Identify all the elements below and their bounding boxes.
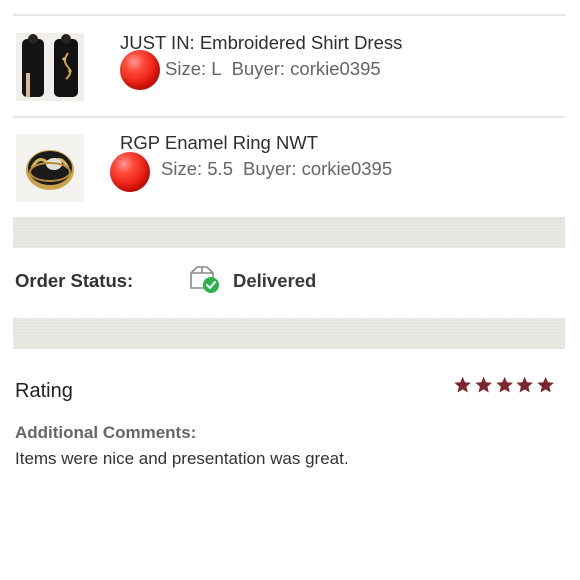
item-thumbnail[interactable] bbox=[16, 134, 84, 202]
star-icon bbox=[537, 376, 555, 393]
marker-ball-icon bbox=[120, 50, 160, 90]
order-status-row: Order Status: Delivered bbox=[13, 248, 565, 318]
item-title[interactable]: RGP Enamel Ring NWT bbox=[120, 132, 318, 154]
item-buyer: Buyer: corkie0395 bbox=[231, 58, 381, 79]
order-item[interactable]: RGP Enamel Ring NWT Size: 5.5 Buyer: cork… bbox=[13, 118, 565, 218]
item-size: Size: L bbox=[165, 58, 222, 79]
star-icon bbox=[516, 376, 534, 393]
comments-label: Additional Comments: bbox=[15, 423, 197, 442]
order-status-label: Order Status: bbox=[15, 270, 134, 291]
order-status-value: Delivered bbox=[233, 270, 317, 291]
top-divider bbox=[13, 14, 565, 16]
section-separator bbox=[13, 319, 565, 349]
item-thumbnail[interactable] bbox=[16, 33, 84, 101]
rating-section: Rating Additional Comments: Items were n… bbox=[13, 349, 565, 483]
rating-stars bbox=[453, 375, 557, 395]
item-meta: Size: L Buyer: corkie0395 bbox=[165, 58, 391, 80]
star-icon bbox=[454, 376, 471, 393]
order-item[interactable]: JUST IN: Embroidered Shirt Dress Size: L… bbox=[13, 17, 565, 117]
item-title[interactable]: JUST IN: Embroidered Shirt Dress bbox=[120, 32, 402, 54]
star-icon bbox=[495, 376, 513, 393]
comments-text: Items were nice and presentation was gre… bbox=[15, 449, 349, 468]
rating-label: Rating bbox=[15, 380, 73, 402]
star-icon bbox=[475, 376, 492, 393]
item-size: Size: 5.5 bbox=[161, 158, 233, 179]
item-buyer: Buyer: corkie0395 bbox=[243, 158, 393, 179]
section-separator bbox=[13, 218, 565, 248]
package-delivered-icon bbox=[187, 264, 221, 294]
item-meta: Size: 5.5 Buyer: corkie0395 bbox=[161, 158, 402, 180]
marker-ball-icon bbox=[110, 152, 150, 192]
